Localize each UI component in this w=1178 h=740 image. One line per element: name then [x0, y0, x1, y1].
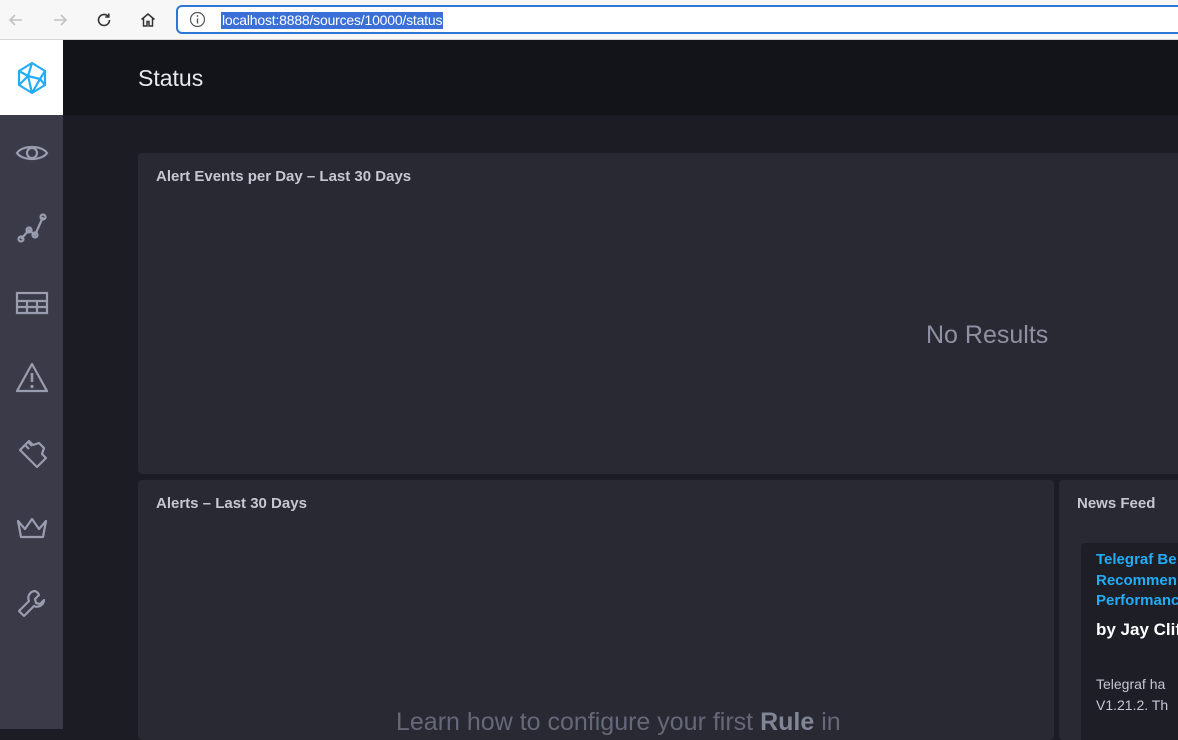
- sidebar-item-host-list[interactable]: [0, 115, 63, 190]
- news-feed-panel: News Feed Telegraf Be Recommen Performan…: [1059, 480, 1178, 740]
- sidebar-item-dashboards[interactable]: [0, 265, 63, 340]
- news-item-author: by Jay Clif: [1096, 620, 1178, 639]
- no-results-text: No Results: [926, 321, 1049, 349]
- eye-icon: [15, 145, 48, 160]
- sidebar-item-admin[interactable]: [0, 490, 63, 565]
- panel-title: Alert Events per Day – Last 30 Days: [156, 168, 412, 185]
- graph-icon: [16, 212, 47, 243]
- news-item-body: Telegraf ha V1.21.2. Th: [1096, 676, 1169, 713]
- arrow-left-icon: [8, 14, 22, 26]
- rule-link[interactable]: Rule: [760, 708, 814, 736]
- table-icon: [15, 291, 48, 314]
- alert-icon: [15, 362, 48, 392]
- sidebar-item-log-viewer[interactable]: [0, 415, 63, 490]
- home-icon: [141, 13, 155, 27]
- reload-icon: [97, 13, 111, 27]
- sidebar-item-alerting[interactable]: [0, 340, 63, 415]
- plug-icon: [18, 439, 47, 468]
- sidebar: [0, 40, 63, 729]
- panel-title: News Feed: [1077, 495, 1156, 512]
- alert-events-panel: Alert Events per Day – Last 30 Days No R…: [138, 153, 1178, 474]
- arrow-right-icon: [54, 14, 68, 26]
- empty-text-suffix: in: [814, 708, 841, 736]
- logo-button[interactable]: [0, 40, 63, 115]
- reload-button[interactable]: [93, 9, 115, 31]
- url-text[interactable]: localhost:8888/sources/10000/status: [221, 12, 444, 29]
- chronograf-logo-icon: [17, 61, 46, 94]
- forward-button[interactable]: [49, 9, 71, 31]
- sidebar-item-configuration[interactable]: [0, 565, 63, 640]
- back-button[interactable]: [5, 9, 27, 31]
- sidebar-item-data-explorer[interactable]: [0, 190, 63, 265]
- empty-state-text: Learn how to configure your first Rule i…: [396, 708, 841, 737]
- wrench-icon: [17, 589, 45, 617]
- empty-text-prefix: Learn how to configure your first: [396, 708, 761, 736]
- news-item: Telegraf Be Recommen Performanc by Jay C…: [1081, 543, 1178, 740]
- address-bar[interactable]: localhost:8888/sources/10000/status: [176, 5, 1178, 34]
- alerts-panel: Alerts – Last 30 Days Learn how to confi…: [138, 480, 1054, 740]
- crown-icon: [16, 517, 47, 538]
- home-button[interactable]: [137, 9, 159, 31]
- panel-title: Alerts – Last 30 Days: [156, 495, 307, 512]
- page-header: Status: [63, 40, 1178, 115]
- news-item-title-link[interactable]: Telegraf Be Recommen Performanc: [1096, 550, 1178, 612]
- page-title: Status: [138, 65, 204, 91]
- info-icon[interactable]: [189, 11, 206, 33]
- browser-toolbar: localhost:8888/sources/10000/status: [0, 0, 1178, 40]
